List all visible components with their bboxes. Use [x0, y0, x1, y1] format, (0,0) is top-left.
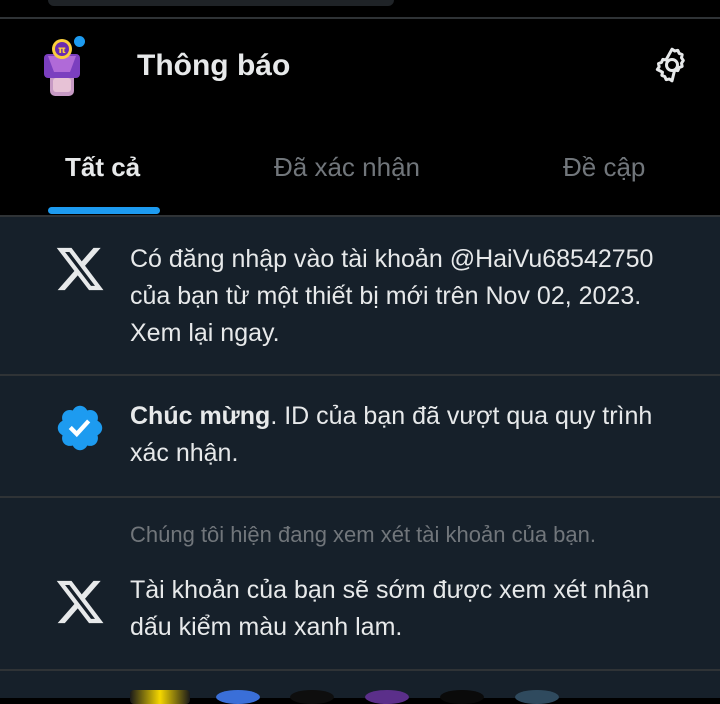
gear-icon — [655, 47, 685, 83]
x-logo-icon — [56, 580, 104, 624]
notification-bold-title: Chúc mừng — [130, 402, 271, 430]
pi-network-avatar-icon: π — [44, 39, 80, 96]
notification-login-alert[interactable]: Có đăng nhập vào tài khoản @HaiVu6854275… — [0, 217, 720, 376]
avatar — [216, 690, 260, 704]
avatar — [130, 690, 190, 704]
active-tab-indicator — [48, 207, 160, 214]
settings-button[interactable] — [652, 45, 692, 85]
notification-text: Chúc mừng. ID của bạn đã vượt qua quy tr… — [130, 398, 690, 472]
page-title: Thông báo — [137, 49, 291, 82]
avatar — [365, 690, 409, 704]
notifications-feed: Có đăng nhập vào tài khoản @HaiVu6854275… — [0, 217, 720, 698]
tab-mentions[interactable]: Đề cập — [563, 147, 645, 187]
tab-verified[interactable]: Đã xác nhận — [274, 147, 420, 187]
notification-context: Chúng tôi hiện đang xem xét tài khoản củ… — [130, 522, 596, 547]
verified-badge-icon — [57, 405, 103, 451]
top-strip — [0, 0, 720, 18]
x-logo-icon — [56, 247, 104, 291]
next-notification-avatars[interactable] — [0, 690, 720, 704]
search-bar-remnant[interactable] — [48, 0, 394, 6]
notification-review[interactable]: Chúng tôi hiện đang xem xét tài khoản củ… — [0, 498, 720, 671]
notification-verified[interactable]: Chúc mừng. ID của bạn đã vượt qua quy tr… — [0, 376, 720, 498]
notification-text: Tài khoản của bạn sẽ sớm được xem xét nh… — [130, 576, 650, 641]
avatar[interactable]: π — [40, 38, 84, 98]
svg-text:π: π — [58, 45, 66, 56]
notification-text: Có đăng nhập vào tài khoản @HaiVu6854275… — [130, 245, 654, 347]
avatar — [290, 690, 334, 704]
unread-indicator-dot — [74, 36, 85, 47]
avatar — [440, 690, 484, 704]
tab-all[interactable]: Tất cả — [65, 147, 140, 187]
avatar — [515, 690, 559, 704]
